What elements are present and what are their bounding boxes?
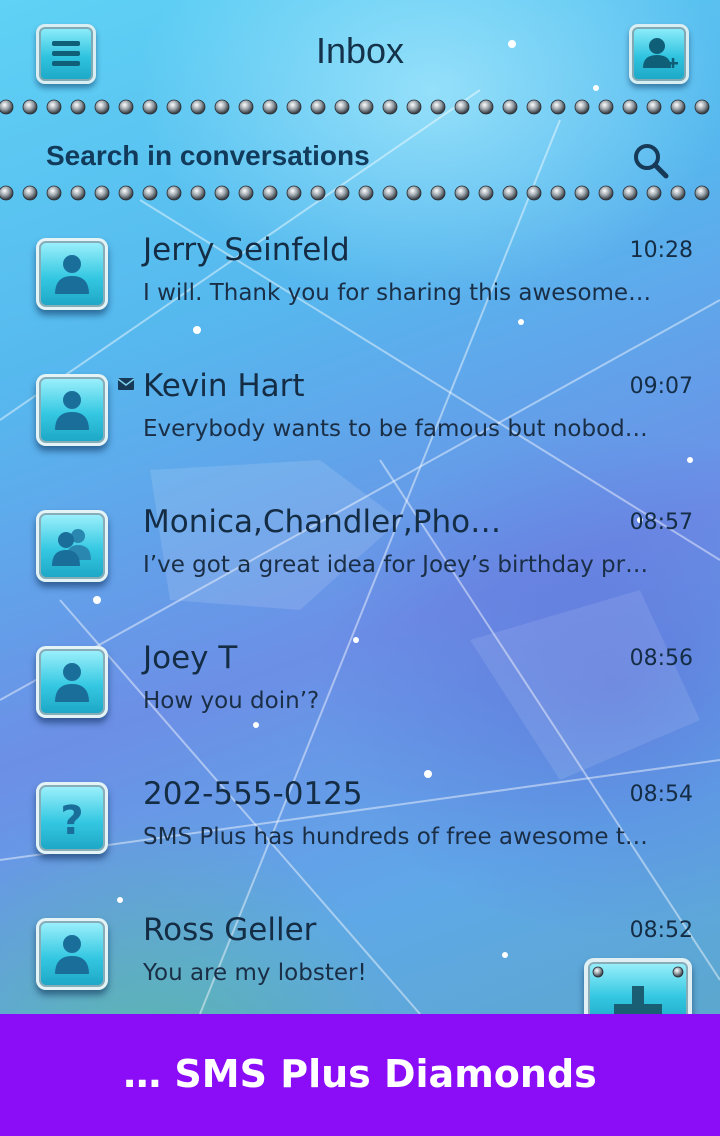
conversation-row[interactable]: Jerry Seinfeld 10:28 I will. Thank you f…	[0, 206, 720, 342]
contact-avatar[interactable]	[36, 646, 108, 718]
conversation-row[interactable]: Joey T 08:56 How you doin’?	[0, 614, 720, 750]
contact-avatar[interactable]	[36, 374, 108, 446]
diamond-border-top	[0, 99, 710, 115]
contact-avatar[interactable]	[36, 238, 108, 310]
diamond-border-bottom	[0, 185, 710, 201]
contact-avatar[interactable]	[36, 918, 108, 990]
unknown-contact-icon: ?	[60, 798, 83, 840]
conversation-row[interactable]: Kevin Hart 09:07 Everybody wants to be f…	[0, 342, 720, 478]
search-icon[interactable]	[630, 140, 670, 180]
message-preview: How you doin’?	[143, 688, 320, 714]
page-title: Inbox	[315, 30, 405, 71]
new-contact-button[interactable]	[629, 24, 689, 84]
contact-name: Joey T	[143, 640, 238, 676]
message-time: 08:57	[629, 510, 693, 535]
add-contact-icon	[643, 38, 678, 68]
message-time: 09:07	[629, 374, 693, 399]
message-time: 08:56	[629, 646, 693, 671]
person-icon	[55, 255, 89, 294]
contact-name: Monica,Chandler,Pho…	[143, 504, 502, 540]
unread-envelope-icon	[118, 378, 134, 390]
person-icon	[55, 663, 89, 702]
promo-banner-text: … SMS Plus Diamonds	[123, 1052, 597, 1096]
contact-avatar[interactable]: ?	[36, 782, 108, 854]
contact-name: Kevin Hart	[143, 368, 305, 404]
conversation-row[interactable]: Monica,Chandler,Pho… 08:57 I’ve got a gr…	[0, 478, 720, 614]
message-time: 08:52	[629, 918, 693, 943]
message-preview: I’ve got a great idea for Joey’s birthda…	[143, 552, 649, 578]
contact-name: Jerry Seinfeld	[143, 232, 350, 268]
search-placeholder: Search in conversations	[46, 140, 370, 171]
person-icon	[55, 391, 89, 430]
svg-text:?: ?	[60, 798, 83, 840]
contact-name: Ross Geller	[143, 912, 317, 948]
message-preview: Everybody wants to be famous but nobod…	[143, 416, 648, 442]
group-icon	[52, 529, 91, 566]
message-time: 10:28	[629, 238, 693, 263]
contact-avatar[interactable]	[36, 510, 108, 582]
search-bar[interactable]: Search in conversations	[0, 122, 720, 190]
app-header: Inbox	[0, 0, 720, 100]
person-icon	[55, 935, 89, 974]
message-time: 08:54	[629, 782, 693, 807]
promo-banner: … SMS Plus Diamonds	[0, 1014, 720, 1136]
contact-name: 202-555-0125	[143, 776, 363, 812]
conversation-row[interactable]: ? 202-555-0125 08:54 SMS Plus has hundre…	[0, 750, 720, 886]
message-preview: SMS Plus has hundreds of free awesome t…	[143, 824, 648, 850]
message-preview: I will. Thank you for sharing this aweso…	[143, 280, 652, 306]
